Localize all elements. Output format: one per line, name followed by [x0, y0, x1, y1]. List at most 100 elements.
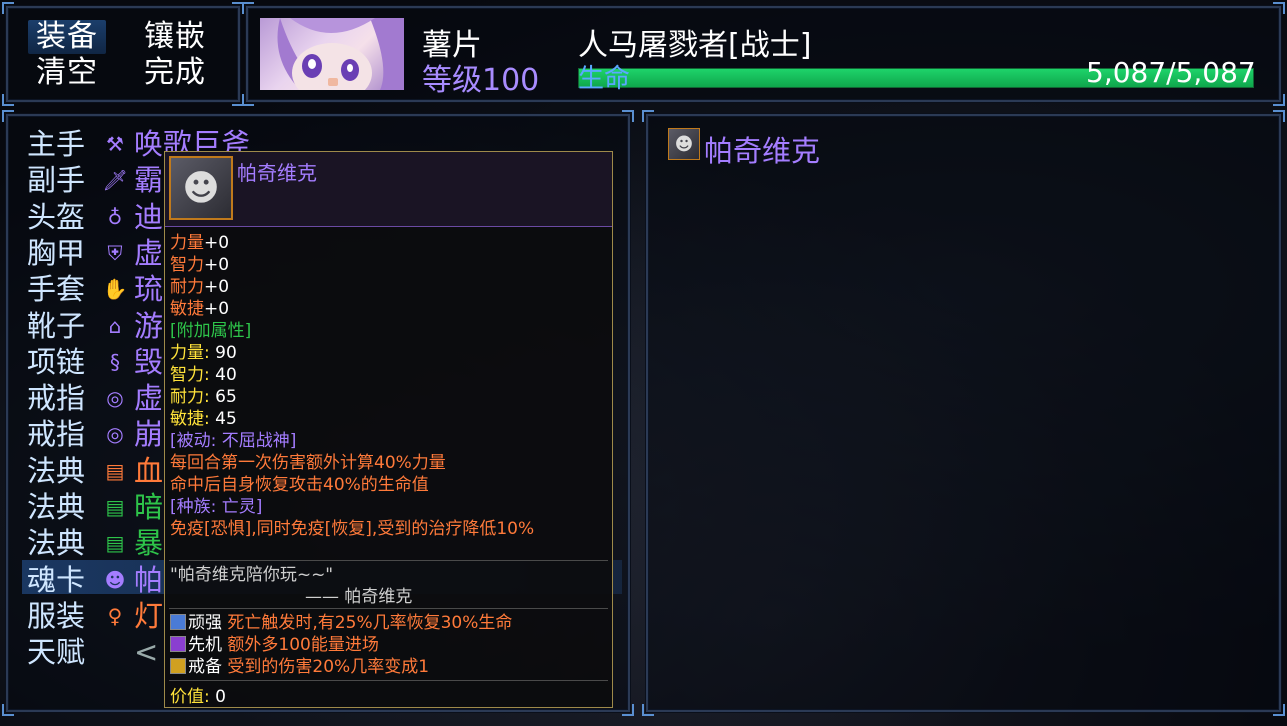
section-header: [种族: 亡灵] [170, 497, 263, 517]
quote-author-line: —— 帕奇维克 [305, 586, 412, 608]
slot-item-name[interactable]: 暴 [134, 525, 163, 561]
slot-item-name[interactable]: 毁 [134, 344, 163, 380]
book-icon[interactable]: ▤ [100, 456, 130, 486]
extra-stat-line: 耐力: 65 [170, 386, 237, 408]
inventory-item-name[interactable]: 帕奇维克 [704, 128, 820, 170]
slot-item-name[interactable]: 霸 [134, 162, 163, 198]
slot-label: 胸甲 [27, 235, 86, 270]
inlay-button[interactable]: 镶嵌 [144, 20, 206, 54]
chest-icon[interactable]: ⛨ [100, 238, 130, 268]
slot-label: 副手 [27, 163, 86, 198]
slot-label: 手套 [27, 272, 86, 307]
stat-name: 智力 [170, 255, 204, 275]
helmet-icon[interactable]: ♁ [100, 202, 130, 232]
stat-value: 40 [215, 365, 237, 385]
level-text: 等级 [422, 63, 482, 98]
skill-desc: 额外多100能量进场 [227, 635, 379, 655]
book-icon[interactable]: ▤ [100, 492, 130, 522]
slot-label: 魂卡 [27, 562, 86, 597]
costume-icon[interactable]: ♀ [100, 601, 130, 631]
slot-item-name[interactable]: < [134, 634, 158, 670]
slot-item-name[interactable]: 灯 [134, 598, 163, 634]
level-label: 等级100 [422, 55, 539, 99]
equip-button[interactable]: 装备 [28, 20, 106, 54]
value-label: 价值: [170, 687, 210, 707]
extra-stat-line: 力量: 90 [170, 342, 237, 364]
stat-name: 耐力 [170, 277, 204, 297]
dagger-icon[interactable]: 🗡 [100, 165, 130, 195]
slot-label: 法典 [27, 490, 86, 524]
stat-name: 敏捷 [170, 299, 204, 319]
hp-label: 生命 [578, 64, 631, 94]
boots-icon[interactable]: ⌂ [100, 311, 130, 341]
base-stat-line: 智力+0 [170, 254, 229, 276]
slot-label: 戒指 [27, 417, 86, 452]
skill-line: 先机 额外多100能量进场 [170, 634, 379, 656]
feather-skill-icon [170, 636, 186, 652]
axe-icon[interactable]: ⚒ [100, 129, 130, 159]
level-value: 100 [482, 63, 540, 98]
slot-label: 服装 [27, 598, 86, 633]
race-line: 免疫[恐惧],同时免疫[恢复],受到的治疗降低10% [170, 518, 534, 540]
inventory-panel [642, 110, 1285, 716]
race-header-line: [种族: 亡灵] [170, 496, 262, 518]
slot-label: 天赋 [27, 635, 86, 670]
shield-skill-icon [170, 614, 186, 630]
slot-label: 法典 [27, 526, 86, 561]
soul-card-icon[interactable]: ☻ [100, 565, 130, 595]
slot-item-name[interactable]: 崩 [134, 416, 163, 452]
stat-value: 65 [215, 387, 237, 407]
divider [169, 560, 608, 561]
slot-label: 戒指 [27, 381, 86, 416]
slot-item-name[interactable]: 虚 [134, 380, 163, 416]
slot-item-name[interactable]: 游 [134, 308, 163, 344]
stat-name: 智力: [170, 365, 210, 385]
slot-label: 头盔 [27, 199, 86, 234]
tooltip-item-name: 帕奇维克 [237, 161, 317, 185]
stat-value: +0 [204, 299, 230, 319]
base-stat-line: 力量+0 [170, 232, 229, 254]
passive-line: 命中后自身恢复攻击40%的生命值 [170, 474, 429, 496]
ring-icon[interactable]: ◎ [100, 419, 130, 449]
extra-stat-line: 敏捷: 45 [170, 408, 237, 430]
value-line: 价值: 0 [170, 686, 226, 708]
slot-item-name[interactable]: 帕 [134, 562, 163, 598]
stat-name: 敏捷: [170, 409, 210, 429]
necklace-icon[interactable]: § [100, 347, 130, 377]
slot-item-name[interactable]: 琉 [134, 271, 163, 307]
slot-item-name[interactable]: 暗 [134, 489, 163, 525]
done-button[interactable]: 完成 [144, 56, 206, 90]
quote-line: "帕奇维克陪你玩~~" [170, 564, 333, 586]
passive-header-line: [被动: 不屈战神] [170, 430, 296, 452]
section-header: [被动: 不屈战神] [170, 431, 297, 451]
passive-text: 命中后自身恢复攻击40%的生命值 [170, 475, 429, 495]
glove-icon[interactable]: ✋ [100, 274, 130, 304]
divider [169, 680, 608, 681]
item-tooltip: ☻ 帕奇维克 力量+0 智力+0 耐力+0 敏捷+0 [附加属性] 力量: 90 智力: 4… [164, 151, 613, 708]
slot-label: 主手 [27, 127, 86, 161]
quote-author: —— 帕奇维克 [305, 587, 413, 607]
stat-name: 力量 [170, 233, 204, 253]
slot-item-name[interactable]: 虚 [134, 235, 163, 271]
stat-value: +0 [204, 277, 230, 297]
stat-value: 45 [215, 409, 237, 429]
skill-name: 戒备 [188, 657, 222, 677]
passive-line: 每回合第一次伤害额外计算40%力量 [170, 452, 446, 474]
skill-name: 先机 [188, 635, 222, 655]
book-icon[interactable]: ▤ [100, 528, 130, 558]
clear-button[interactable]: 清空 [36, 56, 98, 90]
extra-stat-line: 智力: 40 [170, 364, 237, 386]
guard-skill-icon [170, 658, 186, 674]
divider [169, 608, 608, 609]
skill-line: 戒备 受到的伤害20%几率变成1 [170, 656, 429, 678]
slot-item-name[interactable]: 迪 [134, 199, 163, 235]
slot-label: 项链 [27, 344, 86, 379]
stat-value: 90 [215, 343, 237, 363]
race-text: 免疫[恐惧],同时免疫[恢复],受到的治疗降低10% [170, 519, 535, 539]
skill-name: 顽强 [188, 613, 222, 633]
skill-desc: 受到的伤害20%几率变成1 [227, 657, 430, 677]
slot-item-name[interactable]: 血 [134, 453, 163, 489]
ring-icon[interactable]: ◎ [100, 383, 130, 413]
skill-line: 顽强 死亡触发时,有25%几率恢复30%生命 [170, 612, 512, 634]
soul-card-icon[interactable]: ☻ [668, 128, 700, 160]
